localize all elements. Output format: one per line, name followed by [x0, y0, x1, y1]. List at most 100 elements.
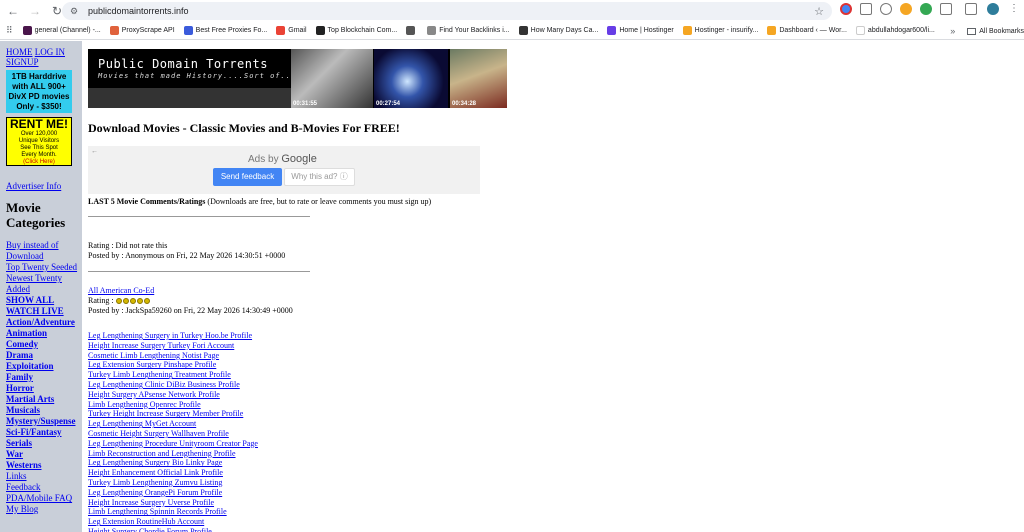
web-page: HOME LOG IN SIGNUP 1TB Harddrive with AL…	[0, 41, 1024, 532]
why-this-ad-button[interactable]: Why this ad? ⓘ	[284, 168, 355, 186]
movie-link[interactable]: All American Co-Ed	[88, 286, 154, 295]
bookmark-item[interactable]: general (Channel) -...	[22, 26, 101, 35]
bookmark-item[interactable]: abdullahdogar600/li...	[855, 26, 935, 35]
category-link[interactable]: WATCH LIVE	[6, 306, 64, 316]
external-link[interactable]: Limb Lengthening Openrec Profile	[88, 400, 201, 409]
category-link[interactable]: Martial Arts	[6, 394, 54, 404]
bookmark-item[interactable]: Hostinger - insurify...	[682, 26, 758, 35]
category-link[interactable]: Westerns	[6, 460, 42, 470]
external-link[interactable]: Turkey Limb Lengthening Treatment Profil…	[88, 370, 231, 379]
bookmark-label: general (Channel) -...	[34, 27, 101, 34]
external-link[interactable]: Limb Lengthening Spinnin Records Profile	[88, 507, 227, 516]
category-link[interactable]: Horror	[6, 383, 34, 393]
back-arrow-icon[interactable]: ←	[91, 148, 98, 155]
banner-subtitle: Movies that made History....Sort of....	[98, 72, 302, 80]
external-link[interactable]: Height Increase Surgery Turkey Fori Acco…	[88, 341, 234, 350]
bookmark-favicon-icon	[607, 26, 617, 35]
menu-icon[interactable]: ⋮	[1009, 3, 1019, 15]
comment-list: Rating : Did not rate this Posted by : An…	[88, 216, 1024, 316]
category-link[interactable]: My Blog	[6, 504, 38, 514]
rating-text: Rating :	[88, 296, 116, 305]
external-link[interactable]: Leg Extension Surgery Pinshape Profile	[88, 360, 216, 369]
bookmark-item[interactable]: Dashboard ‹ — Wor...	[767, 26, 847, 35]
thumbnail-duration: 00:34:28	[452, 101, 477, 107]
chevron-right-icon[interactable]: »	[950, 26, 955, 36]
external-link[interactable]: Height Surgery APsense Network Profile	[88, 390, 220, 399]
external-link[interactable]: Leg Extension RoutineHub Account	[88, 517, 204, 526]
globe-icon[interactable]	[880, 3, 892, 15]
external-link[interactable]: Height Surgery Chordie Forum Profile	[88, 527, 212, 532]
category-link[interactable]: Newest Twenty Added	[6, 273, 62, 294]
category-link[interactable]: Musicals	[6, 405, 40, 415]
category-link[interactable]: PDA/Mobile FAQ	[6, 493, 72, 503]
external-link[interactable]: Leg Lengthening Surgery in Turkey Hoo.be…	[88, 331, 252, 340]
category-link[interactable]: Comedy	[6, 339, 38, 349]
bookmark-item[interactable]: How Many Days Ca...	[518, 26, 598, 35]
back-icon[interactable]: ←	[4, 2, 22, 20]
external-link[interactable]: Cosmetic Limb Lengthening Notist Page	[88, 351, 219, 360]
banner-thumbnail: 00:27:54	[374, 49, 448, 108]
category-link[interactable]: Top Twenty Seeded	[6, 262, 77, 272]
bookmark-item[interactable]: Home | Hostinger	[607, 26, 674, 35]
site-banner[interactable]: Public Domain Torrents Movies that made …	[88, 49, 507, 108]
rent-me-line: Every Month.	[21, 152, 57, 158]
cast-icon[interactable]	[965, 3, 977, 15]
address-bar[interactable]: ⚙ publicdomaintorrents.info ☆	[62, 2, 832, 20]
comment-entry: Rating : Did not rate this Posted by : An…	[88, 231, 1024, 261]
star-icon	[136, 298, 143, 305]
login-link[interactable]: LOG IN	[35, 47, 65, 57]
bookmark-item[interactable]	[406, 26, 418, 35]
external-link[interactable]: Leg Lengthening MyGet Account	[88, 419, 196, 428]
rent-me-promo[interactable]: RENT ME! Over 120,000 Unique Visitors Se…	[6, 117, 72, 166]
extension-icon[interactable]	[900, 3, 912, 15]
category-link[interactable]: Family	[6, 372, 33, 382]
all-bookmarks[interactable]: » All Bookmarks	[944, 22, 1024, 39]
category-link[interactable]: Links	[6, 471, 27, 481]
rent-me-click[interactable]: (Click Here)	[7, 159, 71, 166]
harddrive-promo[interactable]: 1TB Harddrive with ALL 900+ DivX PD movi…	[6, 70, 72, 113]
apps-grid-icon[interactable]: ⠿	[6, 25, 13, 36]
external-link[interactable]: Turkey Height Increase Surgery Member Pr…	[88, 409, 243, 418]
extension-icon[interactable]	[840, 3, 852, 15]
category-link[interactable]: Buy instead of Download	[6, 240, 59, 261]
category-link[interactable]: Drama	[6, 350, 33, 360]
divider	[88, 216, 310, 217]
external-link[interactable]: Cosmetic Height Surgery Wallhaven Profil…	[88, 429, 229, 438]
category-link[interactable]: Sci-Fi/Fantasy	[6, 427, 62, 437]
forward-icon[interactable]: →	[26, 2, 44, 20]
external-link[interactable]: Leg Lengthening Clinic DiBiz Business Pr…	[88, 380, 240, 389]
puzzle-icon[interactable]	[940, 3, 952, 15]
bookmark-favicon-icon	[315, 26, 325, 35]
bookmark-item[interactable]: ProxyScrape API	[109, 26, 175, 35]
external-link[interactable]: Leg Lengthening Procedure Unityroom Crea…	[88, 439, 258, 448]
category-link[interactable]: Animation	[6, 328, 47, 338]
bookmark-star-icon[interactable]: ☆	[814, 5, 824, 18]
site-info-icon[interactable]: ⚙	[70, 6, 80, 16]
category-link[interactable]: Feedback	[6, 482, 40, 492]
category-link[interactable]: SHOW ALL	[6, 295, 54, 305]
bookmark-item[interactable]: Top Blockchain Com...	[315, 26, 397, 35]
category-link[interactable]: War	[6, 449, 23, 459]
profile-avatar-icon[interactable]	[987, 3, 999, 15]
send-feedback-button[interactable]: Send feedback	[213, 168, 282, 186]
category-link[interactable]: Exploitation	[6, 361, 54, 371]
bookmark-item[interactable]: Gmail	[276, 26, 307, 35]
external-link[interactable]: Limb Reconstruction and Lengthening Prof…	[88, 449, 236, 458]
external-link[interactable]: Leg Lengthening OrangePi Forum Profile	[88, 488, 222, 497]
bookmark-label: abdullahdogar600/li...	[867, 27, 935, 34]
extension-icon[interactable]	[920, 3, 932, 15]
banner-filmstrip	[88, 88, 291, 108]
bookmark-item[interactable]: Find Your Backlinks i...	[427, 26, 510, 35]
home-link[interactable]: HOME	[6, 47, 33, 57]
advertiser-info-link[interactable]: Advertiser Info	[6, 181, 61, 191]
category-link[interactable]: Action/Adventure	[6, 317, 75, 327]
external-link[interactable]: Leg Lengthening Surgery Bio Linky Page	[88, 458, 222, 467]
signup-link[interactable]: SIGNUP	[6, 57, 39, 67]
bookmark-item[interactable]: Best Free Proxies Fo...	[183, 26, 267, 35]
external-link[interactable]: Turkey Limb Lengthening Zumvu Listing	[88, 478, 222, 487]
external-link[interactable]: Height Enhancement Official Link Profile	[88, 468, 223, 477]
category-link[interactable]: Serials	[6, 438, 32, 448]
category-link[interactable]: Mystery/Suspense	[6, 416, 76, 426]
external-link[interactable]: Height Increase Surgery Uverse Profile	[88, 498, 214, 507]
mail-icon[interactable]	[860, 3, 872, 15]
